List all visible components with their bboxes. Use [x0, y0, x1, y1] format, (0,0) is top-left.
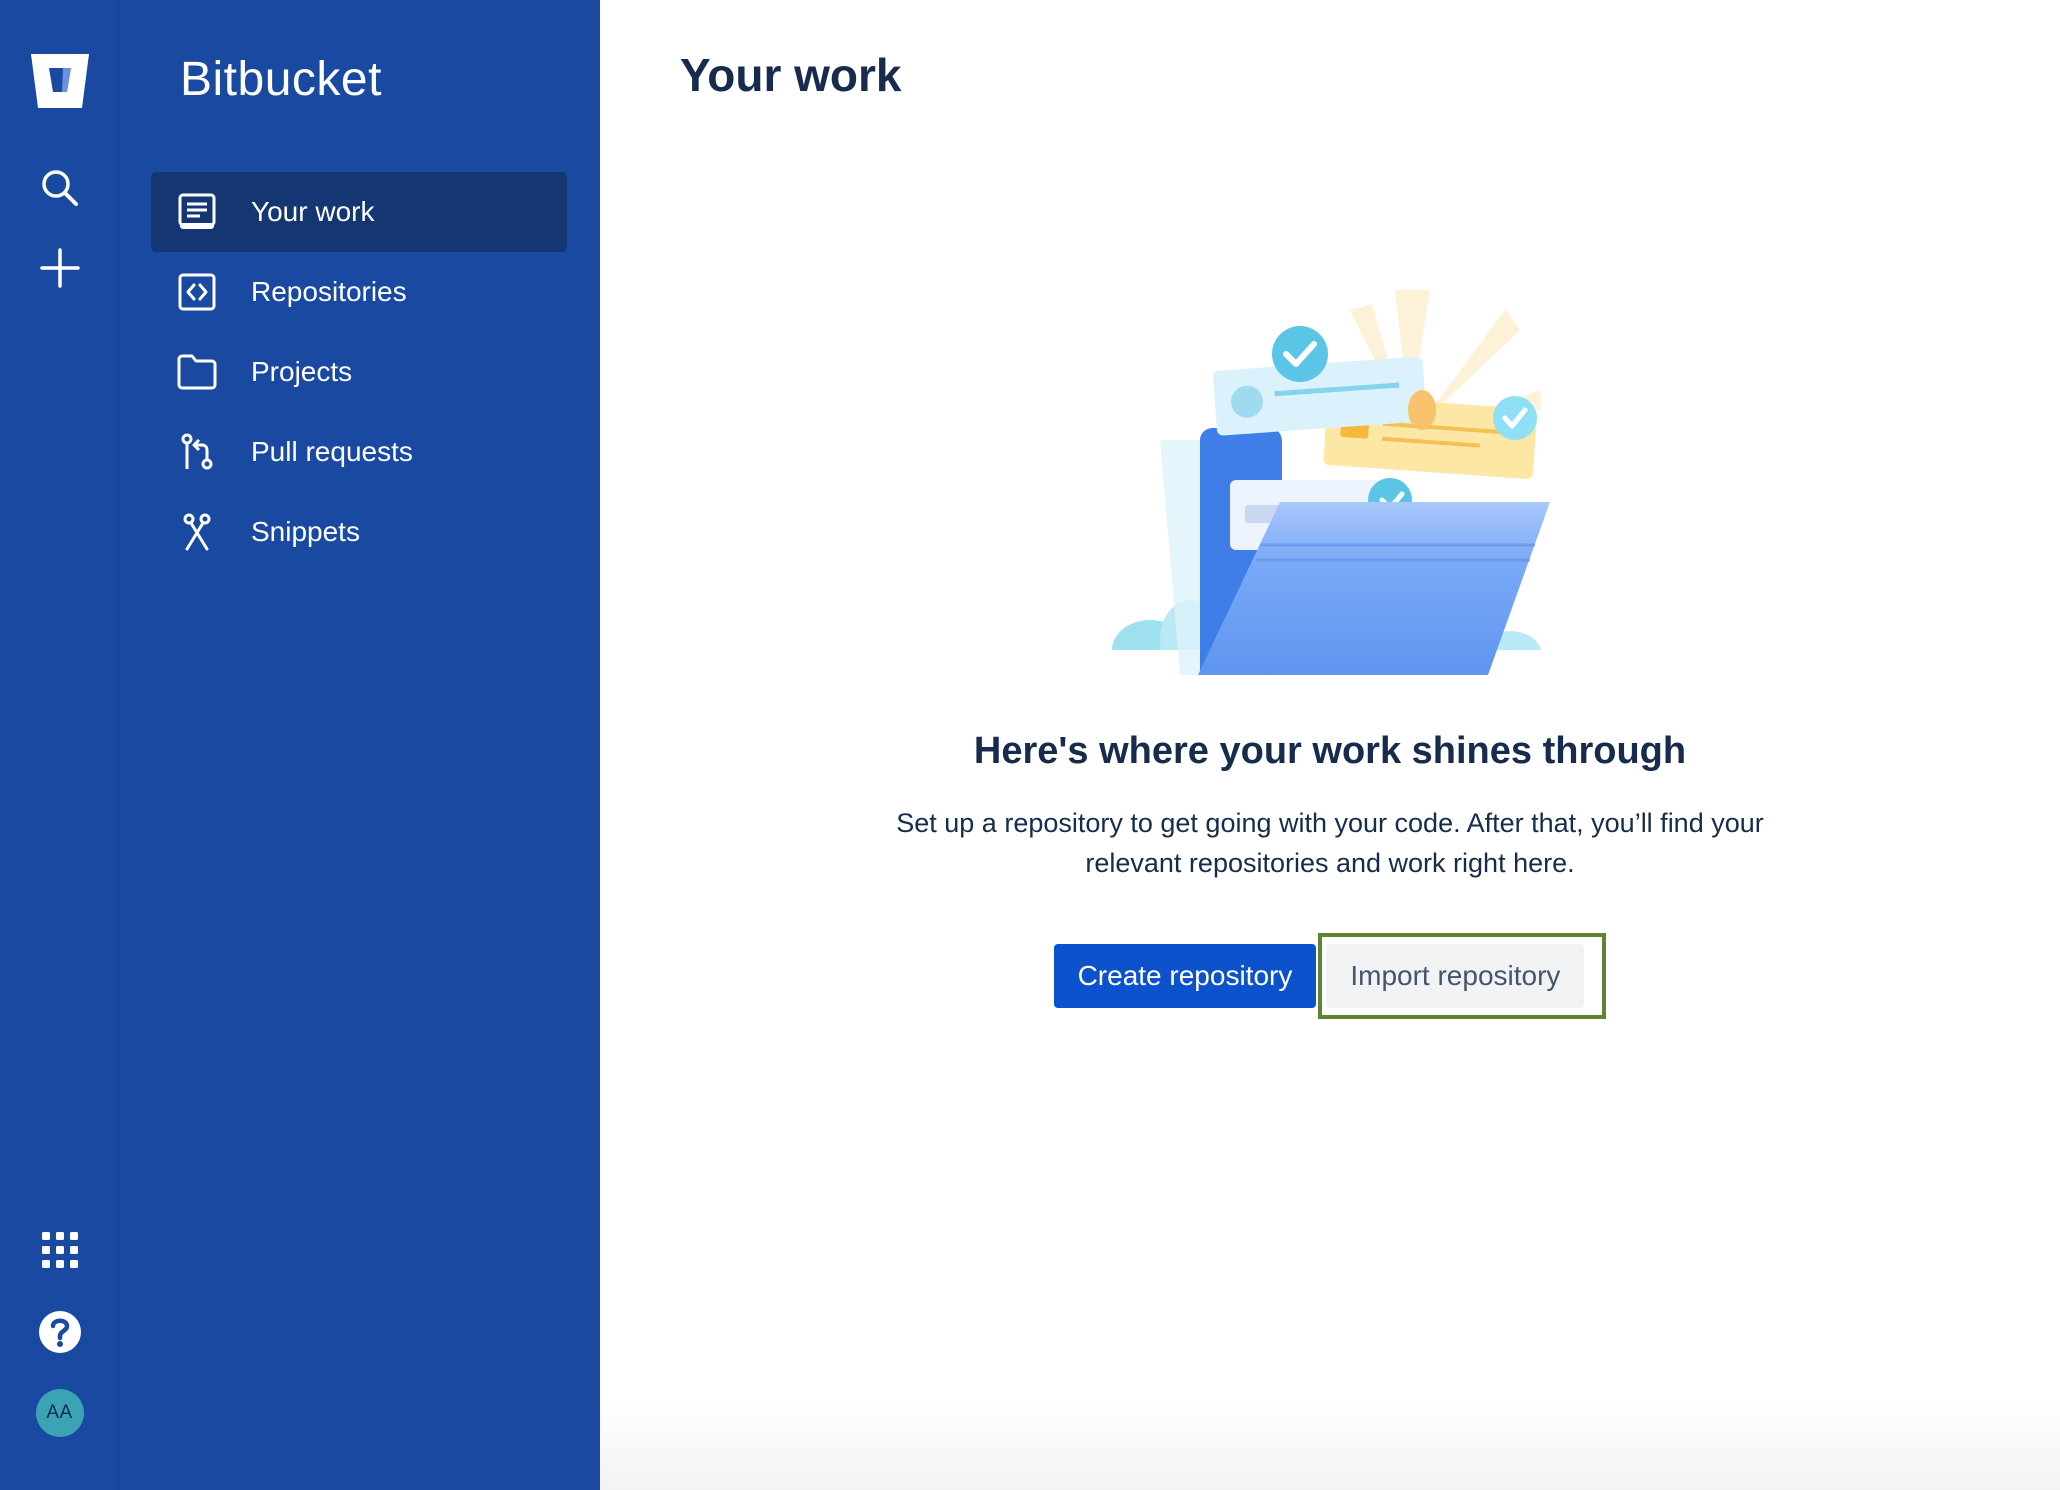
folder-icon — [177, 352, 217, 392]
pull-request-icon — [177, 432, 217, 472]
scissors-icon — [177, 512, 217, 552]
sidebar-menu: Your work Repositories Projects Pull req… — [151, 172, 567, 572]
empty-state-heading: Here's where your work shines through — [973, 730, 1687, 772]
help-icon[interactable] — [0, 1302, 119, 1362]
product-navigation: Bitbucket Your work Repositories Project… — [119, 0, 600, 1490]
repositories-icon — [177, 272, 217, 312]
app-switcher-icon[interactable] — [0, 1222, 119, 1278]
app-window: AA Bitbucket Your work Repositories Proj… — [0, 0, 2060, 1490]
sidebar-item-label: Snippets — [251, 516, 360, 547]
plus-icon[interactable] — [0, 240, 119, 296]
avatar-initials: AA — [35, 1389, 84, 1437]
empty-state-illustration — [1110, 290, 1550, 680]
main-content: Your work Here's where your work shines … — [600, 0, 2060, 1490]
page-title: Your work — [680, 49, 902, 101]
bitbucket-logo-icon[interactable] — [0, 50, 119, 112]
sidebar-item-pull-requests[interactable]: Pull requests — [151, 412, 567, 492]
global-navigation: AA — [0, 0, 119, 1490]
empty-state: Here's where your work shines through Se… — [600, 290, 2060, 1019]
bottom-shadow — [600, 1400, 2060, 1490]
import-repository-button[interactable]: Import repository — [1326, 944, 1585, 1008]
sidebar-item-label: Projects — [251, 356, 353, 387]
sidebar-item-your-work[interactable]: Your work — [151, 172, 567, 252]
sidebar-item-repositories[interactable]: Repositories — [151, 252, 567, 332]
sidebar-item-snippets[interactable]: Snippets — [151, 492, 567, 572]
your-work-icon — [177, 192, 217, 232]
sidebar-item-label: Pull requests — [251, 436, 413, 467]
empty-state-description: Set up a repository to get going with yo… — [896, 808, 1764, 878]
sidebar-item-projects[interactable]: Projects — [151, 332, 567, 412]
create-repository-button[interactable]: Create repository — [1053, 944, 1317, 1008]
import-repository-highlight: Import repository — [1318, 933, 1607, 1019]
empty-state-actions: Create repository Import repository — [600, 933, 2060, 1019]
sidebar-item-label: Your work — [251, 196, 375, 227]
search-icon[interactable] — [0, 160, 119, 216]
sidebar-item-label: Repositories — [251, 276, 407, 307]
product-title[interactable]: Bitbucket — [180, 52, 382, 107]
avatar[interactable]: AA — [0, 1383, 119, 1443]
